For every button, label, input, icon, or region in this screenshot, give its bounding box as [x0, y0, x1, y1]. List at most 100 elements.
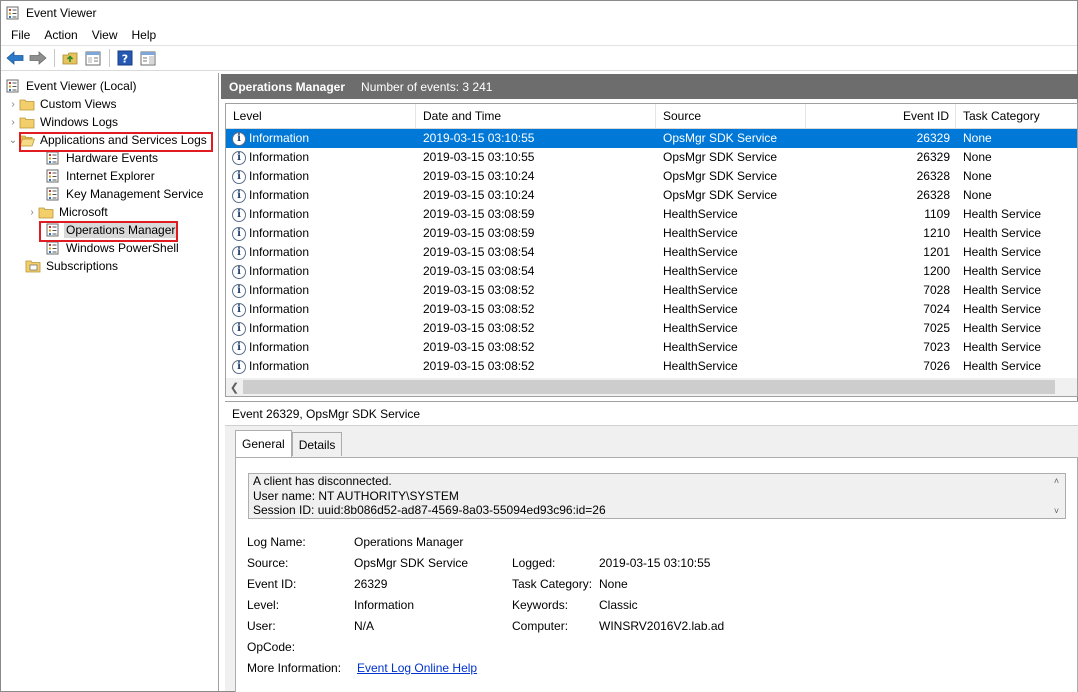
scrollbar-thumb[interactable]: [243, 380, 1055, 394]
level-cell: i Information: [226, 262, 416, 281]
level-text: Information: [249, 340, 310, 354]
forward-button[interactable]: [27, 47, 49, 69]
title-bar: Event Viewer: [1, 1, 1077, 24]
table-row[interactable]: i Information 2019-03-15 03:08:54 HealthSer…: [226, 243, 1077, 262]
date-cell: 2019-03-15 03:08:52: [423, 321, 535, 335]
table-row[interactable]: i Information 2019-03-15 03:08:59 HealthSer…: [226, 224, 1077, 243]
column-header-level[interactable]: Level: [226, 104, 416, 128]
source-cell: OpsMgr SDK Service: [663, 188, 778, 202]
date-cell: 2019-03-15 03:08:59: [423, 226, 535, 240]
date-cell: 2019-03-15 03:08:52: [423, 359, 535, 373]
table-row[interactable]: i Information 2019-03-15 03:10:24 OpsMgr SD…: [226, 186, 1077, 205]
table-row[interactable]: i Information 2019-03-15 03:08:59 HealthSer…: [226, 205, 1077, 224]
tab-general[interactable]: General: [235, 430, 292, 457]
information-icon: i: [232, 359, 246, 374]
chevron-down-icon[interactable]: ⌄: [7, 134, 19, 146]
help-button[interactable]: ?: [114, 47, 136, 69]
label-user: User:: [247, 619, 276, 633]
chevron-right-icon[interactable]: ›: [7, 98, 19, 110]
label-logged: Logged:: [512, 556, 556, 570]
table-row[interactable]: i Information 2019-03-15 03:08:52 HealthSer…: [226, 281, 1077, 300]
date-cell: 2019-03-15 03:10:55: [423, 150, 535, 164]
date-cell: 2019-03-15 03:08:52: [423, 283, 535, 297]
console-tree-icon: [85, 51, 101, 65]
date-cell: 2019-03-15 03:08:59: [423, 207, 535, 221]
tree-item-label: Subscriptions: [46, 259, 119, 273]
label-more-information: More Information:: [247, 661, 342, 675]
event-id-cell: 26328: [916, 188, 950, 202]
date-cell: 2019-03-15 03:08:54: [423, 264, 535, 278]
table-row[interactable]: i Information 2019-03-15 03:08:52 HealthSer…: [226, 319, 1077, 338]
level-text: Information: [249, 264, 310, 278]
column-header-source[interactable]: Source: [656, 104, 806, 128]
source-cell: HealthService: [663, 340, 738, 354]
show-hide-tree-button[interactable]: [82, 47, 104, 69]
menu-action[interactable]: Action: [37, 25, 84, 45]
event-id-cell: 7024: [923, 302, 950, 316]
level-text: Information: [249, 129, 310, 148]
event-message-box[interactable]: A client has disconnected. User name: NT…: [248, 473, 1066, 519]
folder-icon: [19, 115, 35, 129]
table-row[interactable]: i Information 2019-03-15 03:10:55 OpsMgr SD…: [226, 148, 1077, 167]
tree-item-windows-logs[interactable]: › Windows Logs: [1, 113, 218, 131]
menu-view[interactable]: View: [85, 25, 125, 45]
value-computer: WINSRV2016V2.lab.ad: [599, 619, 725, 633]
table-row[interactable]: i Information 2019-03-15 03:08:52 HealthSer…: [226, 338, 1077, 357]
menu-file[interactable]: File: [1, 25, 37, 45]
event-details-title: Event 26329, OpsMgr SDK Service: [225, 402, 1078, 426]
tree-item-subscriptions[interactable]: Subscriptions: [1, 257, 218, 275]
event-viewer-icon: [6, 6, 19, 19]
tree-item-event-viewer-local[interactable]: Event Viewer (Local): [1, 77, 218, 95]
table-row[interactable]: i Information 2019-03-15 03:10:24 OpsMgr SD…: [226, 167, 1077, 186]
table-row[interactable]: i Information 2019-03-15 03:08:52 HealthSer…: [226, 300, 1077, 319]
source-cell: OpsMgr SDK Service: [663, 131, 778, 145]
tree-item-microsoft[interactable]: › Microsoft: [1, 203, 218, 221]
scroll-up-icon[interactable]: ˄: [1054, 476, 1059, 486]
show-action-pane-button[interactable]: [137, 47, 159, 69]
column-header-task-category[interactable]: Task Category: [956, 104, 1077, 128]
tree-item-internet-explorer[interactable]: Internet Explorer: [1, 167, 218, 185]
table-row[interactable]: i Information 2019-03-15 03:08:54 HealthSer…: [226, 262, 1077, 281]
chevron-right-icon[interactable]: ›: [7, 116, 19, 128]
message-scrollbar[interactable]: ˄ ˅: [1048, 474, 1065, 518]
level-text: Information: [249, 321, 310, 335]
up-folder-button[interactable]: [59, 47, 81, 69]
value-keywords: Classic: [599, 598, 638, 612]
level-text: Information: [249, 150, 310, 164]
log-icon: [45, 151, 61, 165]
menu-help[interactable]: Help: [125, 25, 164, 45]
toolbar: ?: [1, 45, 1077, 71]
subscriptions-icon: [25, 259, 41, 273]
help-icon: ?: [117, 50, 133, 66]
tree-item-custom-views[interactable]: › Custom Views: [1, 95, 218, 113]
scroll-left-icon[interactable]: ❮: [226, 381, 243, 394]
source-cell: HealthService: [663, 321, 738, 335]
scroll-down-icon[interactable]: ˅: [1054, 506, 1059, 516]
table-row[interactable]: i Information 2019-03-15 03:08:52 HealthSer…: [226, 357, 1077, 376]
event-id-cell: 1210: [923, 226, 950, 240]
information-icon: i: [232, 245, 246, 260]
level-cell: i Information: [226, 186, 416, 205]
table-row[interactable]: i Information 2019-03-15 03:10:55 OpsMgr SD…: [226, 129, 1077, 148]
tab-details[interactable]: Details: [291, 432, 343, 456]
event-details-pane: Event 26329, OpsMgr SDK Service General …: [225, 401, 1078, 692]
label-computer: Computer:: [512, 619, 569, 633]
value-logged: 2019-03-15 03:10:55: [599, 556, 711, 570]
events-table: Level Date and Time Source Event ID Task…: [225, 103, 1078, 397]
level-text: Information: [249, 226, 310, 240]
highlight-box-applications-and-services-logs: [19, 132, 213, 152]
event-log-online-help-link[interactable]: Event Log Online Help: [357, 661, 477, 675]
column-header-date-and-time[interactable]: Date and Time: [416, 104, 656, 128]
column-header-event-id[interactable]: Event ID: [806, 104, 956, 128]
information-icon: i: [232, 283, 246, 298]
label-log-name: Log Name:: [247, 535, 306, 549]
event-id-cell: 26329: [916, 150, 950, 164]
value-log-name: Operations Manager: [354, 535, 464, 549]
event-id-cell: 7028: [923, 283, 950, 297]
level-cell: i Information: [226, 148, 416, 167]
chevron-right-icon[interactable]: ›: [26, 206, 38, 218]
back-button[interactable]: [4, 47, 26, 69]
tree-item-key-management-service[interactable]: Key Management Service: [1, 185, 218, 203]
window-title: Event Viewer: [26, 5, 97, 20]
horizontal-scrollbar[interactable]: ❮: [226, 378, 1077, 396]
